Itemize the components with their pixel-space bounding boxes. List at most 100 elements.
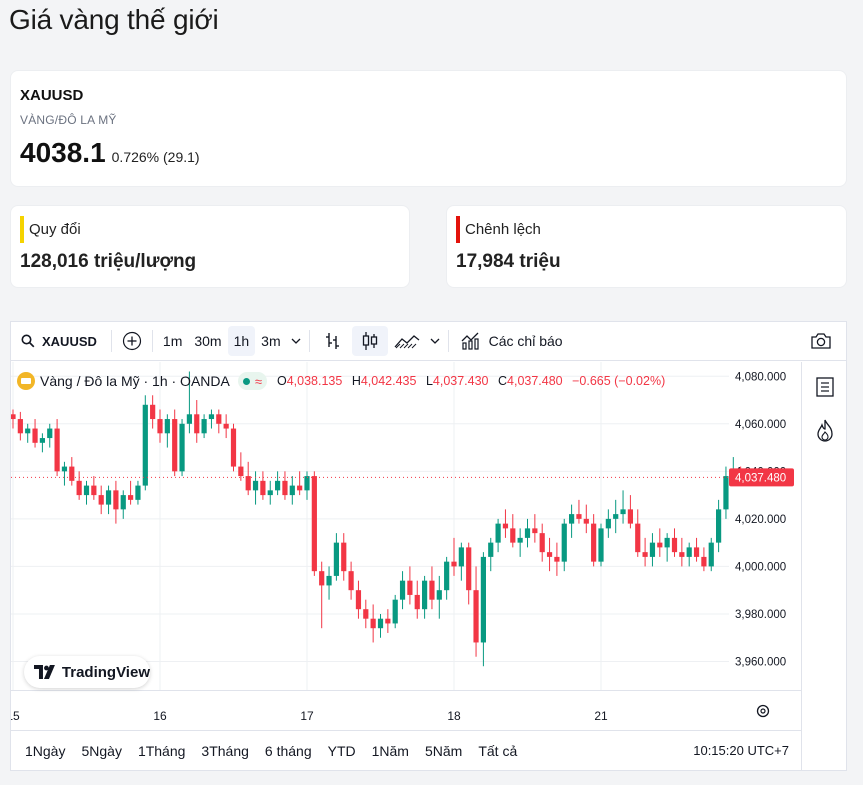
candle bbox=[164, 414, 170, 448]
candle bbox=[444, 556, 450, 600]
candle bbox=[679, 537, 685, 567]
candle bbox=[216, 409, 222, 434]
hotlists-button[interactable] bbox=[814, 418, 836, 449]
clock[interactable]: 10:15:20 UTC+7 bbox=[693, 743, 789, 758]
high-key: H bbox=[351, 374, 361, 388]
candle bbox=[554, 542, 560, 576]
interval-label: 3m bbox=[261, 333, 281, 349]
interval-label: 30m bbox=[194, 333, 222, 349]
range-list: 1Ngày 5Ngày 1Tháng 3Tháng 6 tháng YTD 1Năm 5Năm… bbox=[15, 743, 523, 759]
range-button[interactable]: 5Ngày bbox=[81, 743, 121, 759]
market-status-badge[interactable]: ≈ bbox=[237, 372, 267, 390]
candle bbox=[201, 414, 207, 439]
candle bbox=[179, 419, 185, 477]
tradingview-logo-text: TradingView bbox=[61, 663, 150, 681]
high-value: 4,042.435 bbox=[360, 374, 417, 388]
candle bbox=[282, 471, 288, 500]
chart-settings-icon[interactable] bbox=[756, 704, 770, 718]
interval-dropdown-button[interactable] bbox=[287, 322, 305, 361]
candle bbox=[701, 547, 707, 572]
interval-3m[interactable]: 3m bbox=[255, 322, 286, 361]
candle bbox=[230, 423, 237, 472]
candle bbox=[480, 552, 486, 667]
tradingview-logo-icon bbox=[34, 665, 55, 679]
candle-chart-type-button[interactable] bbox=[351, 326, 388, 356]
conversion-label: Quy đổi bbox=[29, 221, 81, 238]
candle bbox=[502, 509, 509, 538]
y-tick-label: 4,060.000 bbox=[735, 419, 786, 431]
tradingview-logo[interactable]: TradingView bbox=[24, 656, 150, 688]
spread-label: Chênh lệch bbox=[465, 221, 541, 238]
toolbar-divider bbox=[110, 330, 112, 352]
candle bbox=[524, 518, 531, 548]
candle bbox=[377, 613, 384, 638]
candle bbox=[473, 566, 479, 657]
interval-30m[interactable]: 30m bbox=[188, 322, 227, 361]
chart-type-dropdown-button[interactable] bbox=[426, 322, 444, 361]
candle bbox=[716, 499, 722, 553]
last-price: 4038.1 bbox=[20, 137, 106, 168]
candle bbox=[304, 471, 310, 500]
candle bbox=[429, 566, 435, 610]
symbol-search-button[interactable]: XAUUSD bbox=[11, 322, 103, 361]
candle bbox=[245, 461, 251, 496]
candle bbox=[54, 419, 60, 477]
candle bbox=[267, 480, 273, 505]
candle bbox=[422, 575, 428, 619]
range-button[interactable]: YTD bbox=[328, 743, 356, 759]
range-button[interactable]: 5Năm bbox=[425, 743, 462, 759]
conversion-accent-bar bbox=[20, 216, 24, 243]
low-value: 4,037.430 bbox=[432, 374, 489, 388]
candle bbox=[17, 411, 23, 441]
candle bbox=[297, 471, 303, 496]
toolbar-symbol: XAUUSD bbox=[42, 333, 97, 349]
candle bbox=[142, 395, 148, 491]
interval-1h[interactable]: 1h bbox=[227, 326, 256, 356]
spread-accent-bar bbox=[456, 216, 460, 243]
indicators-button[interactable]: Các chỉ báo bbox=[453, 322, 571, 361]
close-value: 4,037.480 bbox=[507, 374, 563, 388]
spread-card: Chênh lệch 17,984 triệu bbox=[446, 205, 847, 288]
chart-legend: Vàng / Đô la Mỹ · 1h · OANDA ≈ O4,038.13… bbox=[17, 372, 671, 390]
candle bbox=[649, 533, 656, 567]
screenshot-button[interactable] bbox=[804, 322, 838, 361]
x-tick-label: 16 bbox=[153, 709, 167, 723]
candle bbox=[208, 409, 215, 429]
conversion-card: Quy đổi 128,016 triệu/lượng bbox=[10, 205, 410, 288]
candle bbox=[238, 452, 244, 481]
add-symbol-button[interactable] bbox=[116, 322, 148, 361]
bar-chart-type-button[interactable] bbox=[314, 322, 352, 361]
range-button[interactable]: 1Ngày bbox=[25, 743, 65, 759]
compare-button[interactable] bbox=[388, 322, 426, 361]
range-button[interactable]: Tất cả bbox=[478, 743, 517, 759]
range-button[interactable]: 6 tháng bbox=[265, 743, 312, 759]
y-tick-label: 3,980.000 bbox=[735, 609, 786, 621]
candle bbox=[576, 499, 582, 524]
price-chart[interactable]: 4,080.0004,060.0004,040.0004,020.0004,00… bbox=[6, 362, 801, 730]
range-button[interactable]: 1Tháng bbox=[138, 743, 185, 759]
object-tree-button[interactable] bbox=[814, 376, 836, 403]
data-delay-icon: ≈ bbox=[254, 373, 262, 389]
range-button[interactable]: 3Tháng bbox=[201, 743, 248, 759]
candle bbox=[561, 518, 567, 572]
toolbar-divider bbox=[308, 330, 310, 352]
candle bbox=[664, 533, 670, 562]
candle bbox=[252, 471, 259, 505]
y-tick-label: 3,960.000 bbox=[735, 656, 786, 668]
interval-1m[interactable]: 1m bbox=[157, 322, 188, 361]
chevron-down-icon bbox=[291, 338, 301, 344]
candle bbox=[458, 542, 464, 581]
search-icon bbox=[21, 334, 35, 348]
candle bbox=[69, 457, 75, 486]
candle bbox=[517, 528, 523, 557]
symbol-description: VÀNG/ĐÔ LA MỸ bbox=[20, 113, 117, 127]
legend-title[interactable]: Vàng / Đô la Mỹ · 1h · OANDA bbox=[40, 373, 230, 389]
range-button[interactable]: 1Năm bbox=[372, 743, 409, 759]
candle bbox=[98, 485, 104, 515]
page-title: Giá vàng thế giới bbox=[9, 4, 219, 35]
candle bbox=[91, 476, 97, 500]
interval-label: 1h bbox=[233, 333, 250, 349]
indicators-label: Các chỉ báo bbox=[488, 333, 563, 349]
candle bbox=[341, 533, 347, 581]
list-icon bbox=[816, 377, 834, 397]
